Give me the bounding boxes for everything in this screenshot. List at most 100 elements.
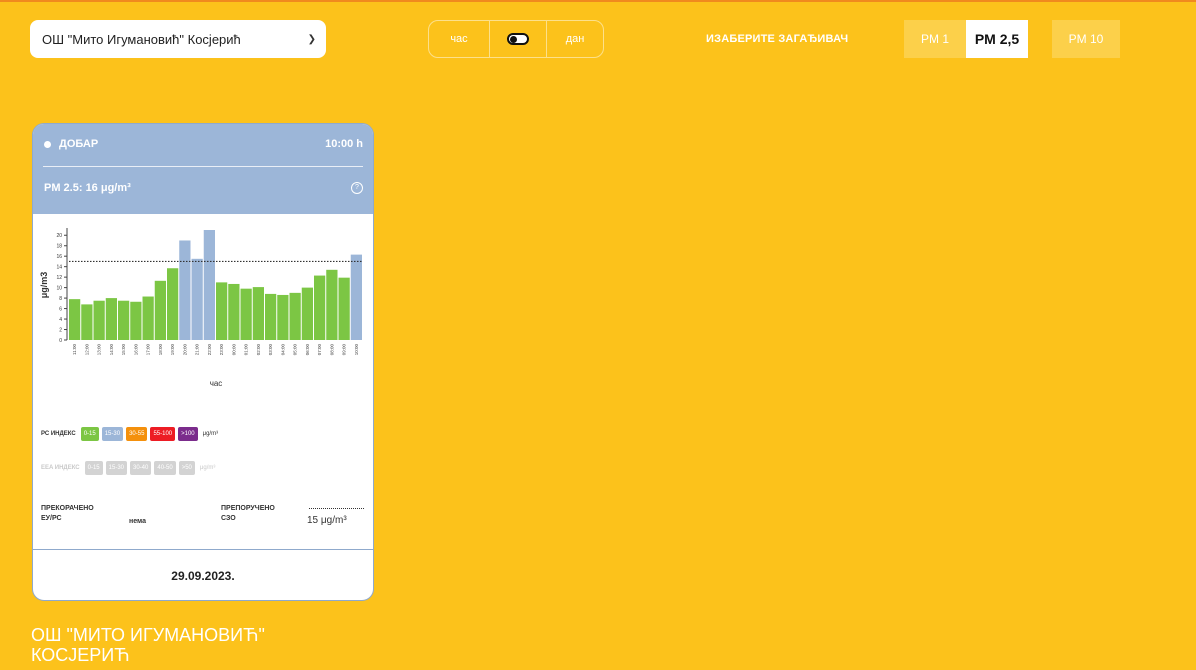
chart-bar [142,296,154,340]
status-time: 10:00 h [325,138,363,150]
eea-chip-0: 0-15 [84,461,103,475]
help-icon[interactable]: ? [351,182,363,194]
x-tick-label: 23:00 [219,344,224,356]
x-tick-label: 22:00 [207,344,212,356]
status-dot-icon [44,141,51,148]
chart-bar [130,301,142,340]
chart-bar [203,230,215,340]
x-tick-label: 20:00 [182,344,187,356]
day-option[interactable]: дан [547,21,603,57]
x-tick-label: 10:00 [354,344,359,356]
status-text: ДОБАР [59,138,99,150]
time-toggle[interactable]: час дан [428,20,604,58]
x-tick-label: 01:00 [244,344,249,356]
x-tick-label: 06:00 [305,344,310,356]
chart-bar [289,292,301,340]
x-tick-label: 07:00 [317,344,322,356]
chart-bar [105,298,117,340]
x-tick-label: 12:00 [84,344,89,356]
x-tick-label: 18:00 [158,344,163,356]
card-date: 29.09.2023. [33,549,373,600]
rs-chip-4: >100 [178,427,198,441]
chart-bar [265,293,277,340]
chart-bar [228,283,240,340]
limits-info: ПРЕКОРАЧЕНО ЕУ/РС нема ПРЕПОРУЧЕНО СЗО 1… [41,504,365,544]
x-tick-label: 05:00 [293,344,298,356]
chart-bar [338,277,350,340]
chart-bar [350,254,362,340]
top-accent-line [0,0,1196,2]
chart-bar [216,282,228,340]
x-tick-label: 21:00 [195,344,200,356]
chart-bar [118,300,130,340]
eea-chip-2: 30-40 [130,461,152,475]
x-tick-label: 03:00 [268,344,273,356]
eea-unit: μg/m³ [199,465,216,471]
y-tick-label: 18 [56,244,62,250]
chart-bar [167,268,179,340]
chart-bar [252,287,264,340]
chart-bar [93,300,105,340]
chart-bar [326,269,338,340]
y-tick-label: 20 [56,233,62,239]
station-title: ОШ "МИТО ИГУМАНОВИЋ" КОСЈЕРИЋ [31,625,265,665]
station-select[interactable]: ОШ "Мито Игумановић" Косјерић ❯ [30,20,326,58]
x-tick-label: 16:00 [133,344,138,356]
y-tick-label: 0 [59,338,62,344]
x-tick-label: 08:00 [329,344,334,356]
eea-index-label: EEA ИНДЕКС [41,465,80,471]
exceeded-label: ПРЕКОРАЧЕНО ЕУ/РС [41,505,94,522]
y-tick-label: 2 [59,328,62,334]
x-tick-label: 11:00 [72,344,77,355]
chart-bar [69,299,81,340]
eea-index-legend: EEA ИНДЕКС 0-15 15-30 30-40 40-50 >50 μg… [41,461,215,475]
x-tick-label: 00:00 [231,344,236,356]
eea-chip-4: >50 [178,461,195,475]
y-axis-label: μg/m3 [39,272,49,299]
rs-chip-3: 55-100 [150,427,176,441]
chevron-down-icon: ❯ [307,33,316,45]
rs-chip-2: 30-55 [126,427,148,441]
recommended-label: ПРЕПОРУЧЕНО СЗО [221,505,275,522]
pm-value: PM 2.5: 16 μg/m³ [44,182,131,194]
measurement-card: ДОБАР 10:00 h PM 2.5: 16 μg/m³ ? 0 2 4 6 8 10… [32,123,374,601]
chart-bar [301,287,313,340]
rs-index-legend: РС ИНДЕКС 0-15 15-30 30-55 55-100 >100 μ… [41,427,218,441]
x-axis-label: час [210,379,223,388]
station-select-value: ОШ "Мито Игумановић" Косјерић [42,31,241,47]
rs-chip-1: 15-30 [101,427,124,441]
card-header: ДОБАР 10:00 h PM 2.5: 16 μg/m³ ? [33,124,373,214]
toggle-switch-icon [507,33,529,45]
y-tick-label: 16 [56,254,62,260]
hourly-bar-chart: 0 2 4 6 8 10 12 14 16 18 20 μg/m3 11:00 12:00 13:00 14:… [39,228,363,388]
chart-bar [277,294,289,340]
chart-bar [154,280,166,340]
exceeded-value: нема [129,518,147,525]
y-tick-label: 10 [56,286,62,292]
recommended-value: 15 μg/m³ [307,515,347,526]
eea-chip-1: 15-30 [105,461,127,475]
rs-chip-0: 0-15 [80,427,99,441]
chart-bar [314,275,326,340]
y-tick-label: 6 [59,307,62,313]
y-tick-label: 12 [56,275,62,281]
header-divider [43,166,363,167]
pollutant-pm1-button[interactable]: PM 1 [904,20,966,58]
threshold-dotted-line-icon [309,508,364,509]
pollutant-pm10-button[interactable]: PM 10 [1052,20,1120,58]
hour-option[interactable]: час [429,21,490,57]
y-tick-label: 4 [59,317,62,323]
rs-index-label: РС ИНДЕКС [41,431,76,437]
chart-bar [179,240,191,340]
toggle-switch[interactable] [490,21,547,57]
pollutant-pm25-button[interactable]: PM 2,5 [966,20,1028,58]
chart-bar [191,258,203,340]
chart-bar [240,288,252,340]
x-tick-label: 13:00 [97,344,102,356]
x-tick-label: 14:00 [109,344,114,356]
chart-bar [81,304,93,340]
y-tick-label: 8 [59,296,62,302]
pollutant-label: ИЗАБЕРИТЕ ЗАГАЂИВАЧ [706,33,849,45]
rs-unit: μg/m³ [202,431,219,437]
x-tick-label: 17:00 [146,344,151,356]
